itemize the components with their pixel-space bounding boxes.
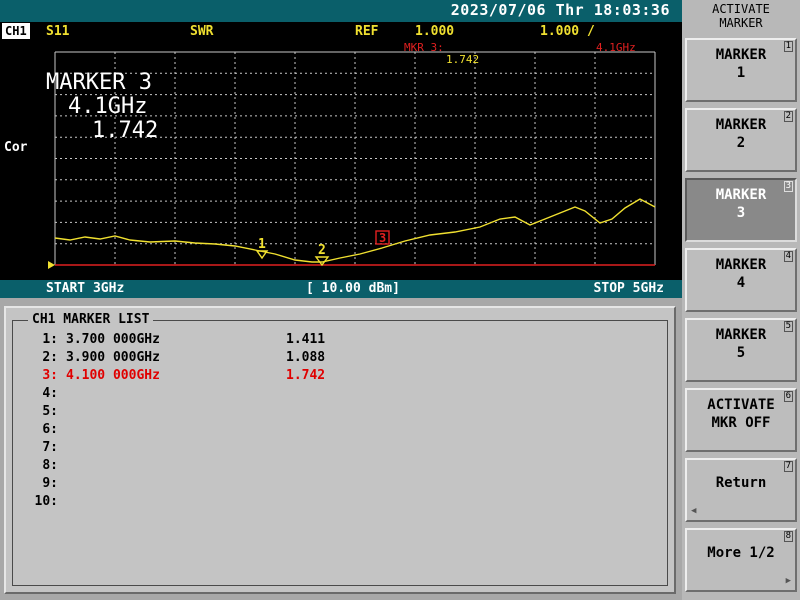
ref-label: REF (355, 24, 379, 39)
softkey-number: 8 (783, 531, 793, 542)
marker-list-row: 2: 3.900 000GHz 1.088 (28, 350, 366, 365)
softkey-marker-2[interactable]: 2 MARKER 2 (685, 108, 797, 172)
softkey-number: 7 (783, 461, 793, 472)
datetime-readout: 2023/07/06 Thr 18:03:36 (450, 1, 670, 19)
marker-index: 8: (42, 458, 58, 473)
softkey-label-line2: 1 (736, 65, 746, 81)
softkey-marker-5[interactable]: 5 MARKER 5 (685, 318, 797, 382)
active-marker-title: MARKER 3 (46, 70, 152, 95)
reference-arrow-icon (48, 261, 55, 269)
marker-readout-label: MKR 3: (404, 41, 444, 54)
start-frequency: START 3GHz (46, 281, 125, 296)
softkey-label-line2: 2 (736, 135, 746, 151)
softkey-marker-1[interactable]: 1 MARKER 1 (685, 38, 797, 102)
marker-frequency: 3.700 000GHz (66, 332, 160, 347)
softkey-label-line2: MKR OFF (711, 415, 771, 431)
trace-marker-3: 3 (375, 230, 390, 245)
menu-title-line1: ACTIVATE (712, 2, 770, 16)
trace-plot: 1 2 3 (48, 51, 656, 269)
marker-3-label: 3 (379, 231, 386, 245)
marker-readout-value: 1.742 (446, 53, 480, 66)
format-label: SWR (190, 24, 214, 39)
marker-list-row: 5: (28, 404, 366, 419)
marker-list-row: 4: (28, 386, 366, 401)
marker-frequency: 4.100 000GHz (66, 368, 160, 383)
softkey-label-line1: MARKER (715, 47, 767, 63)
marker-index: 1: (42, 332, 58, 347)
marker-value: 1.411 (286, 332, 326, 347)
softkey-label-line1: ACTIVATE (707, 397, 775, 413)
marker-1-label: 1 (258, 237, 266, 252)
marker-list-panel: CH1 MARKER LIST 1: 3.700 000GHz 1.411 2: 3.9… (0, 298, 682, 600)
marker-index: 3: (42, 368, 58, 383)
correction-indicator: Cor (4, 140, 28, 155)
softkey-label-line2: 4 (736, 275, 746, 291)
softkey-marker-3[interactable]: 3 MARKER 3 (685, 178, 797, 242)
softkey-label-line1: MARKER (715, 257, 767, 273)
marker-list-row: 9: (28, 476, 366, 491)
menu-title: ACTIVATE MARKER (682, 2, 800, 30)
marker-frequency: 3.900 000GHz (66, 350, 160, 365)
marker-index: 4: (42, 386, 58, 401)
marker-index: 10: (34, 494, 58, 509)
marker-index: 7: (42, 440, 58, 455)
softkey-label-line1: MARKER (715, 327, 767, 343)
marker-list-title: CH1 MARKER LIST (28, 312, 154, 327)
left-arrow-icon: ◀ (691, 506, 697, 516)
softkey-label-line1: More 1/2 (707, 545, 775, 561)
marker-list-row: 10: (28, 494, 366, 509)
stop-frequency: STOP 5GHz (593, 281, 664, 296)
menu-title-line2: MARKER (719, 16, 763, 30)
softkey-return[interactable]: 7 Return ◀ (685, 458, 797, 522)
active-marker-freq: 4.1GHz (68, 94, 148, 119)
sweep-info-bar: START 3GHz [ 10.00 dBm] STOP 5GHz (0, 280, 682, 298)
marker-index: 6: (42, 422, 58, 437)
softkey-menu: ACTIVATE MARKER 1 MARKER 1 2 MARKER 2 3 … (682, 0, 800, 600)
softkey-activate-mkr-off[interactable]: 6 ACTIVATE MKR OFF (685, 388, 797, 452)
softkey-label-line1: MARKER (715, 187, 767, 203)
marker-index: 9: (42, 476, 58, 491)
channel-tag: CH1 (2, 23, 30, 39)
marker-value: 1.742 (286, 368, 326, 383)
marker-list-row: 7: (28, 440, 366, 455)
status-bar: 2023/07/06 Thr 18:03:36 (0, 0, 682, 22)
softkey-more[interactable]: 8 More 1/2 ▶ (685, 528, 797, 592)
marker-index: 2: (42, 350, 58, 365)
marker-index: 5: (42, 404, 58, 419)
softkey-marker-4[interactable]: 4 MARKER 4 (685, 248, 797, 312)
scale-value: 1.000 / (540, 24, 595, 39)
trace-display: 1 2 3 CH1 S11 SWR REF 1.000 1.000 / MKR … (0, 22, 682, 298)
trace-marker-1: 1 (255, 237, 269, 260)
active-marker-value: 1.742 (92, 118, 159, 143)
softkey-label-line1: Return (715, 475, 767, 491)
ref-value: 1.000 (415, 24, 455, 39)
parameter-label: S11 (46, 24, 70, 39)
source-power: [ 10.00 dBm] (306, 281, 400, 296)
marker-list-row: 1: 3.700 000GHz 1.411 (28, 332, 366, 347)
marker-value: 1.088 (286, 350, 326, 365)
marker-2-label: 2 (318, 243, 326, 258)
marker-readout-freq: 4.1GHz (596, 41, 636, 54)
marker-list-row: 8: (28, 458, 366, 473)
softkey-label-line1: MARKER (715, 117, 767, 133)
right-arrow-icon: ▶ (785, 576, 791, 586)
softkey-label-line2: 5 (736, 345, 746, 361)
marker-list-row: 3: 4.100 000GHz 1.742 (28, 368, 366, 383)
marker-list-row: 6: (28, 422, 366, 437)
softkey-label-line2: 3 (736, 205, 746, 221)
